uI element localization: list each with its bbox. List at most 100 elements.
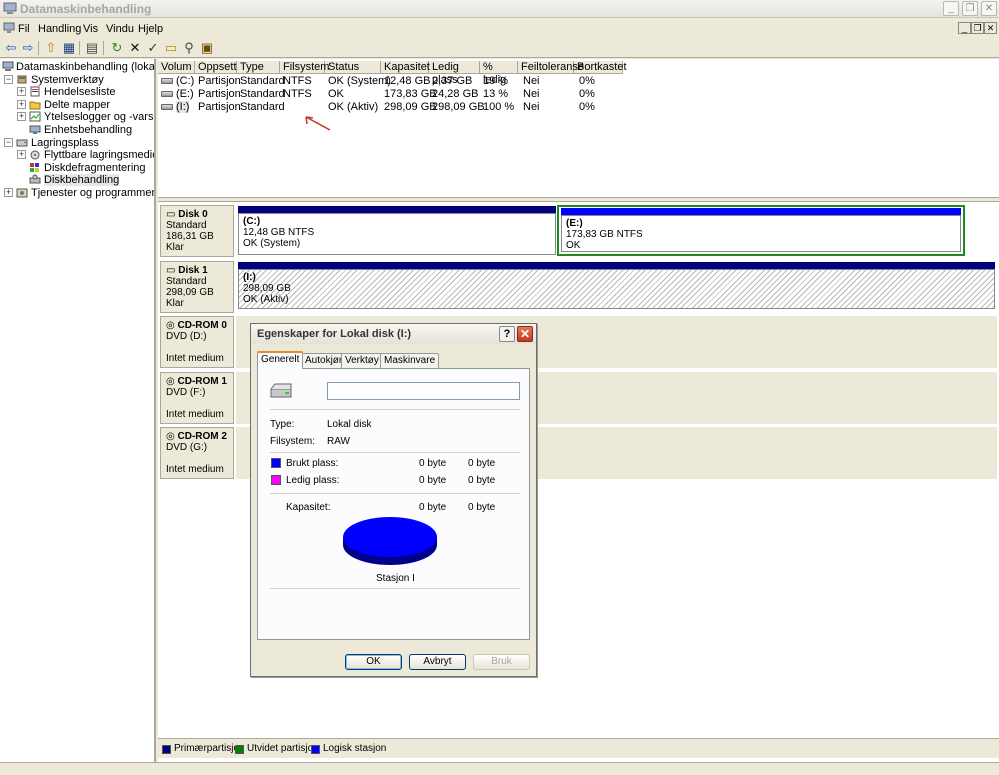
toolbar: ⇦ ⇨ ⇧ ▦ ▤ ↻ ✕ ✓ ▭ ⚲ ▣ — [0, 38, 999, 58]
dialog-title-bar[interactable]: Egenskaper for Lokal disk (I:) ? ✕ — [251, 324, 536, 344]
expand-icon[interactable]: + — [17, 100, 26, 109]
free-space-bytes: 0 byte — [419, 475, 447, 486]
cancel-button[interactable]: Avbryt — [409, 654, 466, 670]
capacity-bytes: 0 byte — [419, 502, 447, 513]
help-button[interactable]: ? — [499, 326, 515, 342]
type-value: Lokal disk — [327, 419, 372, 430]
cdrom2-label[interactable]: ◎ CD-ROM 2 DVD (G:) Intet medium — [160, 427, 234, 479]
menu-bar: Fil Handling Vis Vindu Hjelp _ ❐ ✕ — [0, 19, 999, 38]
mdi-close-button[interactable]: ✕ — [984, 22, 997, 34]
menu-vis[interactable]: Vis — [83, 23, 98, 35]
storage-icon — [16, 139, 28, 147]
volume-list-header: Volum Oppsett Type Filsystem Status Kapa… — [158, 61, 627, 86]
up-folder-icon[interactable]: ⇧ — [43, 40, 59, 56]
computer-icon — [2, 61, 14, 71]
cdrom1-label[interactable]: ◎ CD-ROM 1 DVD (F:) Intet medium — [160, 372, 234, 424]
menu-handling[interactable]: Handling — [38, 23, 81, 35]
disk-icon: ▭ — [166, 265, 176, 276]
drive-icon — [161, 104, 173, 111]
back-arrow-icon[interactable]: ⇦ — [3, 40, 19, 56]
drive-icon — [161, 78, 173, 85]
col-ledig-plass[interactable]: Ledig plass — [429, 61, 480, 86]
col-bortkastet[interactable]: Bortkastet — [574, 61, 627, 74]
removable-storage-icon — [30, 150, 40, 160]
minimize-button[interactable]: _ — [943, 1, 959, 16]
tab-autokjor[interactable]: Autokjør — [301, 353, 347, 368]
cd-icon: ◎ — [166, 320, 175, 331]
check-icon[interactable]: ✓ — [145, 40, 161, 56]
separator — [270, 588, 520, 589]
disk-usage-pie-icon — [343, 517, 437, 565]
menu-hjelp[interactable]: Hjelp — [138, 23, 163, 35]
legend-swatch-extended — [235, 745, 244, 754]
annotation-arrow-icon — [305, 116, 331, 131]
cdrom0-label[interactable]: ◎ CD-ROM 0 DVD (D:) Intet medium — [160, 316, 234, 368]
tab-maskinvare[interactable]: Maskinvare — [380, 353, 440, 368]
col-feiltoleranse[interactable]: Feiltoleranse — [518, 61, 584, 74]
disk0-label[interactable]: ▭ Disk 0 Standard 186,31 GB Klar — [160, 205, 234, 257]
menu-vindu[interactable]: Vindu — [106, 23, 134, 35]
maximize-button[interactable]: ❐ — [962, 1, 978, 16]
expand-icon[interactable]: + — [17, 87, 26, 96]
type-label: Type: — [270, 419, 295, 430]
properties-icon[interactable]: ▤ — [84, 40, 100, 56]
capacity-label: Kapasitet: — [286, 502, 331, 513]
delete-icon[interactable]: ✕ — [127, 40, 143, 56]
partition-i[interactable]: (I:) 298,09 GB OK (Aktiv) — [238, 269, 995, 309]
col-status[interactable]: Status — [325, 61, 381, 74]
menu-fil[interactable]: Fil — [18, 23, 30, 35]
disk0-e-logical-bar — [561, 208, 961, 215]
tab-verktoy[interactable]: Verktøy — [341, 353, 383, 368]
show-hide-tree-icon[interactable]: ▦ — [61, 40, 77, 56]
separator — [270, 452, 520, 453]
legend-extended: Utvidet partisjon — [247, 743, 319, 754]
tab-generelt[interactable]: Generelt — [257, 351, 304, 369]
col-volum[interactable]: Volum — [158, 61, 195, 74]
disk0-c-primary-bar — [238, 206, 556, 213]
col-prosent-ledig[interactable]: % ledig — [480, 61, 518, 86]
col-filsystem[interactable]: Filsystem — [280, 61, 329, 74]
capacity-size: 0 byte — [468, 502, 496, 513]
col-oppsett[interactable]: Oppsett — [195, 61, 237, 74]
refresh-icon[interactable]: ↻ — [109, 40, 125, 56]
expand-icon[interactable]: + — [17, 112, 26, 121]
help-icon[interactable]: ▣ — [199, 40, 215, 56]
drive-icon — [161, 91, 173, 98]
volume-name-input[interactable] — [327, 382, 520, 400]
forward-arrow-icon[interactable]: ⇨ — [20, 40, 36, 56]
expand-icon[interactable]: + — [4, 188, 13, 197]
table-row[interactable]: (E:) Partisjon Standard NTFS OK 173,83 G… — [158, 88, 623, 101]
tab-strip: Generelt Autokjør Verktøy Maskinvare — [257, 351, 532, 369]
partition-c[interactable]: (C:) 12,48 GB NTFS OK (System) — [238, 213, 556, 255]
defrag-icon — [30, 163, 39, 172]
free-space-size: 0 byte — [468, 475, 496, 486]
col-type[interactable]: Type — [237, 61, 280, 74]
dialog-title: Egenskaper for Lokal disk (I:) — [257, 328, 412, 340]
partition-e[interactable]: (E:) 173,83 GB NTFS OK — [561, 215, 961, 252]
table-row[interactable]: (I:) Partisjon Standard OK (Aktiv) 298,0… — [158, 101, 623, 114]
collapse-icon[interactable]: − — [4, 138, 13, 147]
expand-icon[interactable]: + — [17, 150, 26, 159]
used-space-size: 0 byte — [468, 458, 496, 469]
disk-icon: ▭ — [166, 209, 176, 220]
open-folder-icon[interactable]: ▭ — [163, 40, 179, 56]
col-kapasitet[interactable]: Kapasitet — [381, 61, 430, 74]
ok-button[interactable]: OK — [345, 654, 402, 670]
close-button[interactable]: ✕ — [981, 1, 997, 16]
properties-dialog: Egenskaper for Lokal disk (I:) ? ✕ Gener… — [250, 323, 537, 677]
filesystem-value: RAW — [327, 436, 350, 447]
mdi-window-icon[interactable] — [3, 22, 15, 34]
mdi-minimize-button[interactable]: _ — [958, 22, 971, 34]
cd-icon: ◎ — [166, 376, 175, 387]
apply-button[interactable]: Bruk — [473, 654, 530, 670]
disk1-label[interactable]: ▭ Disk 1 Standard 298,09 GB Klar — [160, 261, 234, 313]
device-manager-icon — [29, 125, 41, 134]
mdi-restore-button[interactable]: ❐ — [971, 22, 984, 34]
dialog-close-button[interactable]: ✕ — [517, 326, 533, 342]
console-tree: Datamaskinbehandling (lokal) − Systemver… — [0, 59, 156, 762]
used-space-label: Brukt plass: — [286, 458, 339, 469]
used-space-swatch — [271, 458, 281, 468]
table-row[interactable]: (C:) Partisjon Standard NTFS OK (System)… — [158, 75, 623, 88]
collapse-icon[interactable]: − — [4, 75, 13, 84]
search-icon[interactable]: ⚲ — [181, 40, 197, 56]
